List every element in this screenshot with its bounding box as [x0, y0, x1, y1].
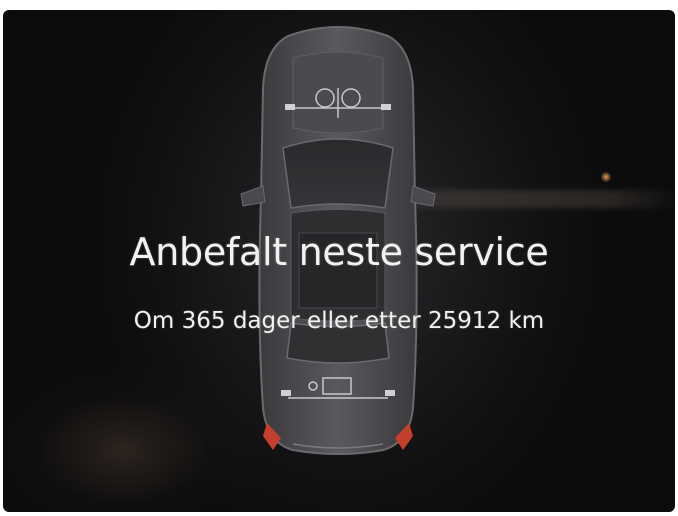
- service-interval-text: Om 365 dager eller etter 25912 km: [133, 308, 545, 334]
- service-message: Anbefalt neste service Om 365 dager elle…: [3, 10, 675, 512]
- photo-frame: Anbefalt neste service Om 365 dager elle…: [0, 0, 678, 516]
- service-title: Anbefalt neste service: [129, 230, 549, 274]
- instrument-display: Anbefalt neste service Om 365 dager elle…: [3, 10, 675, 512]
